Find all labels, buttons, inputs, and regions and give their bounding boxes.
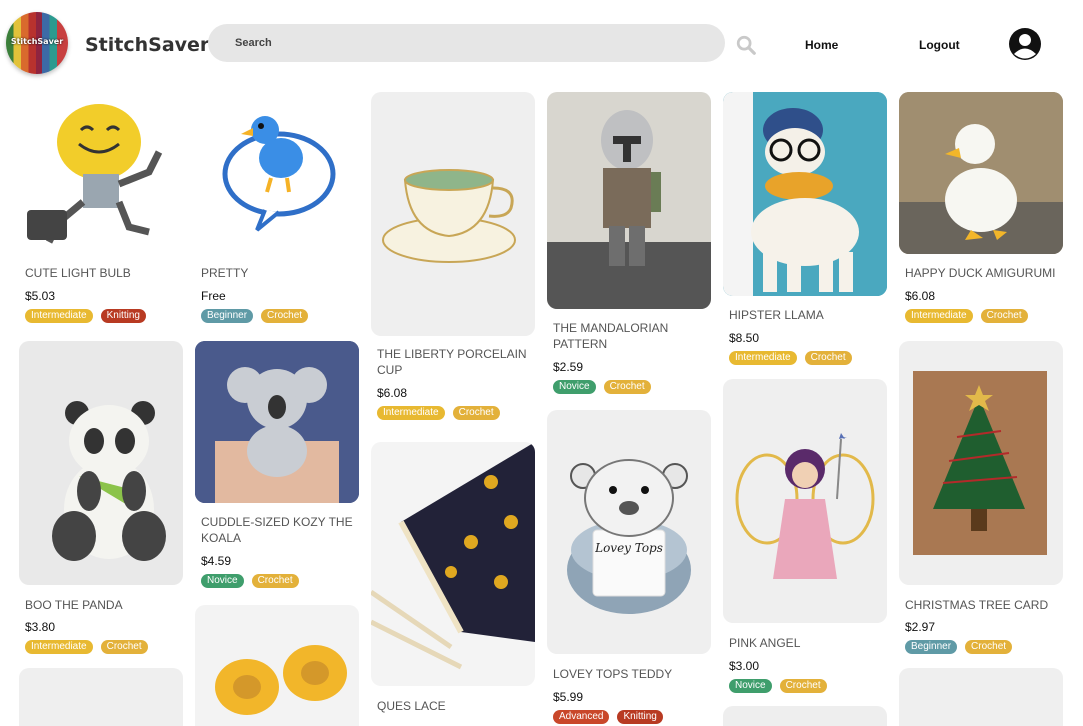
level-tag[interactable]: Advanced — [553, 710, 610, 724]
tag-list: Intermediate Knitting — [25, 309, 146, 323]
pattern-title: BOO THE PANDA — [25, 598, 123, 612]
brand-name: StitchSaver — [85, 34, 210, 56]
tag-list: Intermediate Crochet — [25, 640, 148, 654]
tag-list: Intermediate Crochet — [905, 309, 1028, 323]
level-tag[interactable]: Beginner — [201, 309, 254, 323]
level-tag[interactable]: Beginner — [905, 640, 958, 654]
pattern-title: CUDDLE-SIZED KOZY THE KOALA — [201, 515, 353, 545]
search-icon[interactable] — [735, 34, 757, 56]
pattern-image[interactable] — [371, 92, 535, 336]
level-tag[interactable]: Intermediate — [25, 640, 93, 654]
user-avatar-icon[interactable] — [1008, 27, 1042, 61]
pattern-image[interactable] — [195, 341, 359, 503]
pattern-price: $5.99 — [553, 690, 584, 704]
craft-tag[interactable]: Crochet — [261, 309, 309, 323]
level-tag[interactable]: Intermediate — [905, 309, 973, 323]
pattern-image[interactable] — [899, 668, 1063, 726]
craft-tag[interactable]: Crochet — [452, 406, 500, 420]
logo[interactable]: StitchSaver — [6, 12, 68, 74]
craft-tag[interactable]: Crochet — [100, 640, 148, 654]
craft-tag[interactable]: Crochet — [251, 574, 299, 588]
craft-tag[interactable]: Knitting — [617, 710, 663, 724]
pattern-image[interactable] — [723, 92, 887, 296]
pattern-title: THE MANDALORIAN PATTERN — [553, 321, 669, 351]
pattern-title: CUTE LIGHT BULB — [25, 266, 131, 280]
pattern-image[interactable]: Lovey Tops — [547, 410, 711, 654]
pattern-image[interactable] — [195, 92, 359, 254]
craft-tag[interactable]: Crochet — [779, 679, 827, 693]
craft-tag[interactable]: Crochet — [603, 380, 651, 394]
craft-tag[interactable]: Crochet — [980, 309, 1028, 323]
pattern-title: PRETTY — [201, 266, 249, 280]
level-tag[interactable]: Novice — [553, 380, 596, 394]
pattern-price: $5.03 — [25, 289, 56, 303]
tag-list: Intermediate Crochet — [729, 351, 852, 365]
pattern-price: $2.59 — [553, 360, 584, 374]
tag-list: Novice Crochet — [553, 380, 651, 394]
pattern-price: $6.08 — [377, 386, 408, 400]
tag-list: Advanced Knitting — [553, 710, 663, 724]
pattern-title: LOVEY TOPS TEDDY — [553, 667, 673, 681]
tag-list: Novice Crochet — [201, 574, 299, 588]
pattern-image[interactable] — [899, 92, 1063, 254]
logo-text: StitchSaver — [10, 37, 64, 46]
level-tag[interactable]: Intermediate — [729, 351, 797, 365]
tag-list: Novice Crochet — [729, 679, 827, 693]
search-input[interactable] — [208, 24, 725, 62]
nav-home-link[interactable]: Home — [805, 38, 838, 52]
level-tag[interactable]: Intermediate — [377, 406, 445, 420]
level-tag[interactable]: Novice — [729, 679, 772, 693]
pattern-image[interactable] — [195, 605, 359, 726]
pattern-image[interactable] — [723, 706, 887, 726]
top-bar: StitchSaver StitchSaver Home Logout — [0, 0, 1083, 88]
pattern-title: HAPPY DUCK AMIGURUMI — [905, 266, 1056, 280]
pattern-price: $6.08 — [905, 289, 936, 303]
pattern-image[interactable] — [19, 341, 183, 585]
craft-tag[interactable]: Knitting — [100, 309, 146, 323]
craft-tag[interactable]: Crochet — [965, 640, 1013, 654]
tag-list: Beginner Crochet — [905, 640, 1013, 654]
pattern-price: $4.59 — [201, 554, 232, 568]
pattern-image[interactable] — [19, 92, 183, 254]
nav-logout-link[interactable]: Logout — [919, 38, 960, 52]
pattern-title: QUES LACE — [377, 699, 446, 713]
pattern-price: $3.80 — [25, 620, 56, 634]
pattern-price: $2.97 — [905, 620, 936, 634]
pattern-price: $8.50 — [729, 331, 760, 345]
craft-tag[interactable]: Crochet — [804, 351, 852, 365]
level-tag[interactable]: Intermediate — [25, 309, 93, 323]
tag-list: Beginner Crochet — [201, 309, 309, 323]
pattern-title: PINK ANGEL — [729, 636, 801, 650]
pattern-image[interactable] — [19, 668, 183, 726]
yarn-label-text: Lovey Tops — [594, 541, 663, 555]
pattern-title: CHRISTMAS TREE CARD — [905, 598, 1049, 612]
pattern-title: THE LIBERTY PORCELAIN CUP — [377, 347, 527, 377]
pattern-price: $3.00 — [729, 659, 760, 673]
pattern-image[interactable] — [547, 92, 711, 309]
pattern-price: Free — [201, 289, 226, 303]
level-tag[interactable]: Novice — [201, 574, 244, 588]
pattern-image[interactable] — [371, 442, 535, 686]
tag-list: Intermediate Crochet — [377, 406, 500, 420]
pattern-image[interactable] — [723, 379, 887, 623]
pattern-image[interactable] — [899, 341, 1063, 585]
pattern-title: HIPSTER LLAMA — [729, 308, 824, 322]
